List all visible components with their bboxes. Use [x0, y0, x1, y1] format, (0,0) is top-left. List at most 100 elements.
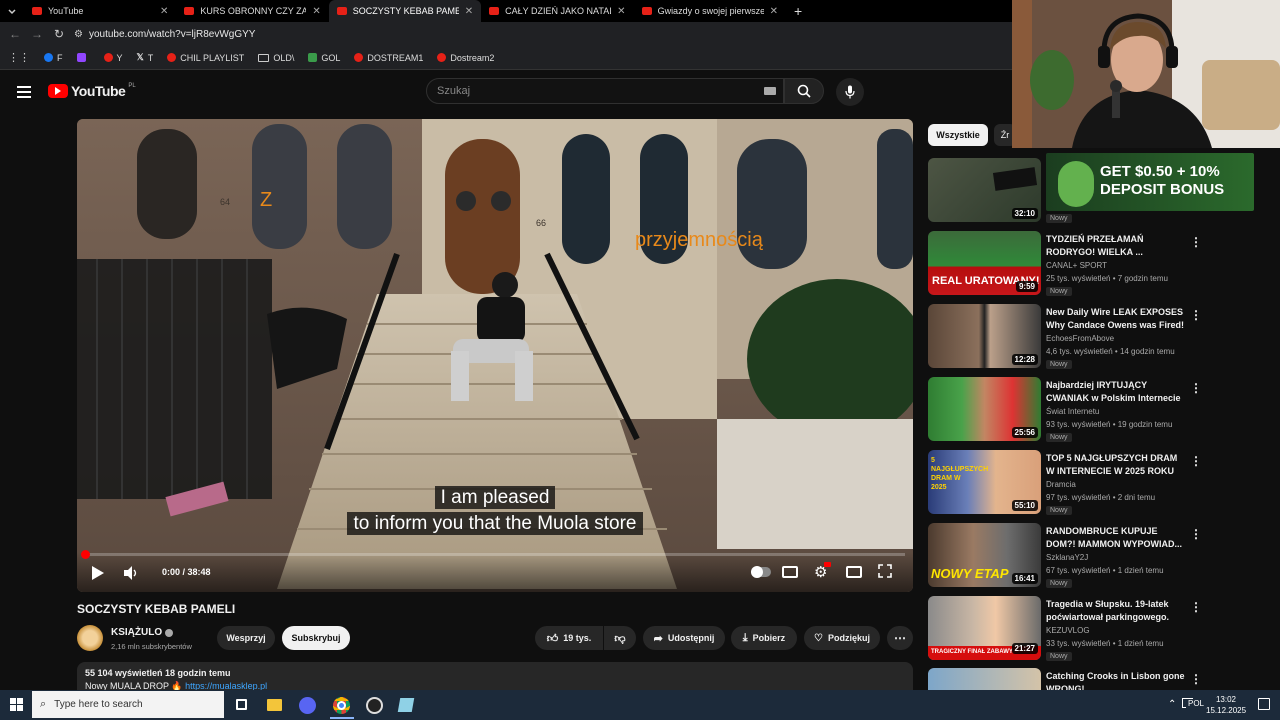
search-input[interactable]: Szukaj	[426, 78, 784, 104]
volume-button[interactable]	[123, 565, 139, 586]
forward-arrow-icon[interactable]: →	[26, 27, 48, 41]
tab-soczysty-kebab[interactable]: SOCZYSTY KEBAB PAMELI - You✕	[328, 0, 482, 22]
bookmark-chil-playlist[interactable]: CHIL PLAYLIST	[167, 53, 244, 63]
taskbar-search-input[interactable]: ⌕ Type here to search	[32, 691, 224, 718]
fullscreen-button[interactable]	[878, 564, 892, 583]
dislike-button[interactable]: 👎︎	[604, 626, 636, 650]
close-tab-icon[interactable]: ✕	[312, 6, 320, 17]
bookmark-facebook[interactable]: F	[44, 53, 63, 63]
bookmark-dostream2[interactable]: Dostream2	[437, 53, 494, 63]
site-info-icon[interactable]: ⚙	[74, 29, 83, 40]
sidebar-video-6[interactable]: NOWY ETAP 16:41 RANDOMBRUCE KUPUJE DOM?!…	[928, 523, 1268, 591]
share-arrow-icon: ➦	[653, 632, 663, 645]
apps-grid-icon[interactable]: ⋮⋮	[8, 51, 30, 64]
subscribe-button[interactable]: Subskrybuj	[282, 626, 350, 650]
video-meta: 67 tys. wyświetleń • 1 dzień temu	[1046, 566, 1164, 575]
discord-app-icon[interactable]	[299, 697, 316, 714]
close-tab-icon[interactable]: ✕	[770, 6, 778, 17]
file-explorer-icon[interactable]	[267, 699, 282, 711]
progress-scrubber[interactable]	[81, 550, 90, 559]
more-actions-button[interactable]: ⋯	[887, 626, 913, 650]
tab-caly-dzien[interactable]: CAŁY DZIEŃ JAKO NATALKA!! (✕	[481, 0, 633, 22]
play-button[interactable]	[91, 565, 105, 586]
start-button[interactable]	[10, 698, 23, 716]
chrome-app-icon[interactable]	[333, 697, 350, 714]
obs-app-icon[interactable]	[366, 697, 383, 714]
video-channel: SzklanaY2J	[1046, 553, 1089, 562]
sidebar-video-8[interactable]: Catching Crooks in Lisbon gone WRONG! ⋮	[928, 668, 1268, 690]
video-meta: 33 tys. wyświetleń • 1 dzień temu	[1046, 639, 1164, 648]
back-arrow-icon[interactable]: ←	[4, 27, 26, 41]
new-badge: Nowy	[1046, 360, 1072, 369]
thumbnail-text: 5 NAJGŁUPSZYCH DRAM W 2025	[931, 457, 989, 491]
windows-logo-icon	[10, 698, 23, 711]
thanks-button[interactable]: ♡ Podziękuj	[804, 626, 880, 650]
url-field[interactable]: youtube.com/watch?v=ljR8evWgGYY	[89, 29, 255, 40]
close-tab-icon[interactable]: ✕	[617, 6, 625, 17]
download-button[interactable]: ⤓ Pobierz	[731, 626, 797, 650]
subtitle-line-2: to inform you that the Muola store	[347, 512, 643, 535]
more-vert-icon[interactable]: ⋮	[1190, 527, 1202, 541]
search-button[interactable]	[784, 78, 824, 104]
theater-mode-button[interactable]	[846, 566, 862, 578]
more-vert-icon[interactable]: ⋮	[1190, 308, 1202, 322]
more-vert-icon[interactable]: ⋮	[1190, 454, 1202, 468]
video-title: TYDZIEŃ PRZEŁAMAŃ RODRYGO! WIELKA ...	[1046, 234, 1144, 257]
video-duration: 55:10	[1011, 500, 1038, 511]
reload-icon[interactable]: ↻	[48, 27, 70, 41]
channel-avatar[interactable]	[77, 625, 103, 651]
close-tab-icon[interactable]: ✕	[465, 6, 473, 17]
hamburger-menu-icon[interactable]	[17, 86, 31, 98]
tab-gwiazdy[interactable]: Gwiazdy o swojej pierwszej pra✕	[634, 0, 786, 22]
video-thumbnail	[928, 668, 1041, 690]
bookmark-x[interactable]: 𝕏T	[137, 52, 154, 63]
video-player[interactable]: Z 64 66 przyjemnością I am pleased to in…	[77, 119, 913, 592]
sidebar-video-5[interactable]: 5 NAJGŁUPSZYCH DRAM W 2025 55:10 TOP 5 N…	[928, 450, 1268, 518]
more-vert-icon[interactable]: ⋮	[1190, 235, 1202, 249]
notifications-icon[interactable]	[1258, 698, 1270, 710]
close-tab-icon[interactable]: ✕	[160, 6, 168, 17]
task-view-icon[interactable]	[236, 699, 247, 710]
ad-banner[interactable]: GET $0.50 + 10% DEPOSIT BONUS	[1046, 153, 1254, 211]
keyboard-icon[interactable]	[764, 87, 776, 95]
youtube-logo[interactable]: YouTube PL	[48, 83, 136, 99]
bookmarks-bar: ⋮⋮ F Y 𝕏T CHIL PLAYLIST OLD\ GOL DOSTREA…	[0, 46, 1012, 70]
thumbs-up-icon: 👍︎	[546, 632, 559, 645]
autoplay-toggle[interactable]	[751, 566, 771, 578]
video-channel: EchoesFromAbove	[1046, 334, 1115, 343]
more-vert-icon[interactable]: ⋮	[1190, 672, 1202, 686]
sidebar-video-4[interactable]: 25:56 Najbardziej IRYTUJĄCY CWANIAK w Po…	[928, 377, 1268, 445]
tab-kurs-obronny[interactable]: KURS OBRONNY CZY ZABAWA✕	[176, 0, 328, 22]
new-tab-button[interactable]: +	[786, 0, 810, 22]
clock[interactable]: 13:02 15.12.2025	[1206, 694, 1246, 716]
bookmark-twitch[interactable]	[76, 53, 90, 62]
language-indicator[interactable]: POL	[1186, 699, 1207, 708]
sidebar-video-3[interactable]: 12:28 New Daily Wire LEAK EXPOSES Why Ca…	[928, 304, 1268, 372]
chip-all[interactable]: Wszystkie	[928, 124, 988, 146]
channel-name[interactable]: KSIĄŻULO	[111, 627, 174, 638]
sidebar-video-2[interactable]: REAL URATOWANY! 9:59 TYDZIEŃ PRZEŁAMAŃ R…	[928, 231, 1268, 299]
tab-youtube[interactable]: YouTube ✕	[24, 0, 176, 22]
bookmark-dostream1[interactable]: DOSTREAM1	[354, 53, 423, 63]
support-button[interactable]: Wesprzyj	[217, 626, 275, 650]
more-vert-icon[interactable]: ⋮	[1190, 600, 1202, 614]
more-vert-icon[interactable]: ⋮	[1190, 381, 1202, 395]
show-hidden-icons-icon[interactable]: ⌃	[1168, 699, 1176, 710]
sidebar-video-7[interactable]: TRAGICZNY FINAŁ ZABAWY 21:27 Tragedia w …	[928, 596, 1268, 664]
settings-button[interactable]: ⚙	[814, 562, 831, 581]
bookmark-folder-old[interactable]: OLD\	[258, 53, 294, 63]
video-thumbnail: 25:56	[928, 377, 1041, 441]
sidebar-video-1[interactable]: 32:10 GET $0.50 + 10% DEPOSIT BONUS Nowy	[928, 153, 1268, 226]
house-number-left: 64	[220, 197, 231, 207]
bookmark-youtube[interactable]: Y	[103, 53, 123, 63]
active-app-underline	[330, 717, 354, 719]
bookmark-gol[interactable]: GOL	[308, 53, 340, 63]
like-button[interactable]: 👍︎ 19 tys.	[535, 626, 603, 650]
video-meta: 25 tys. wyświetleń • 7 godzin temu	[1046, 274, 1168, 283]
subtitles-button[interactable]	[782, 566, 798, 578]
progress-bar[interactable]	[81, 550, 905, 559]
tab-list-icon[interactable]	[0, 0, 24, 22]
notepad-app-icon[interactable]	[397, 698, 415, 712]
voice-search-button[interactable]	[836, 78, 864, 106]
share-button[interactable]: ➦ Udostępnij	[643, 626, 725, 650]
